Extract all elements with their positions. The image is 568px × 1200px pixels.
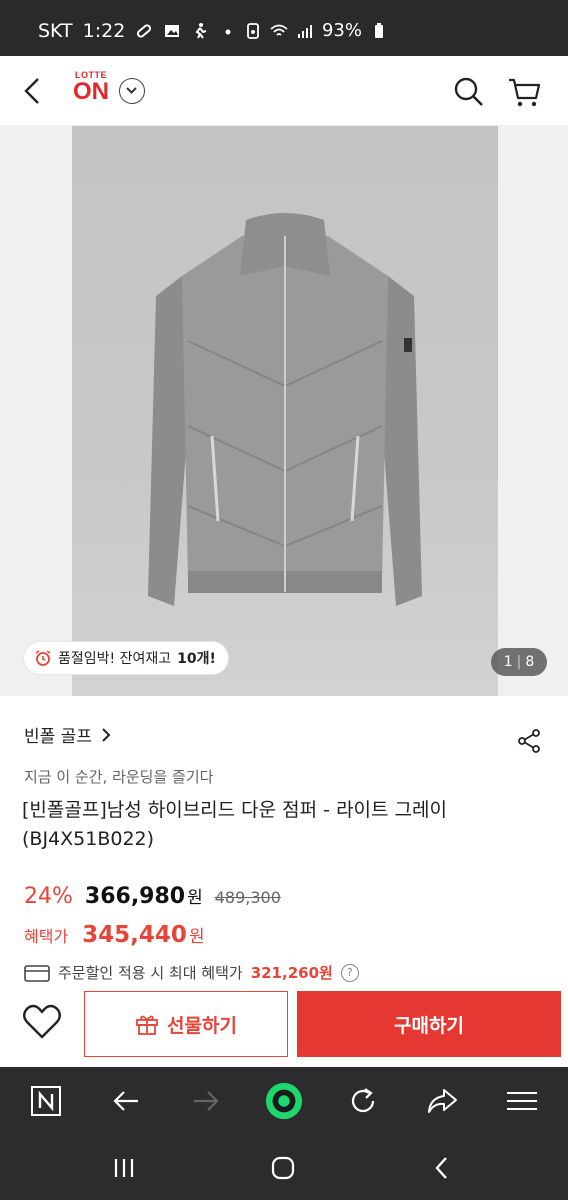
browser-back-button[interactable] (106, 1081, 146, 1121)
max-benefit-price: 321,260원 (250, 964, 333, 982)
browser-toolbar (0, 1067, 568, 1135)
chevron-right-icon (102, 727, 111, 742)
logo-main-text: ON (73, 78, 109, 105)
product-title-line1: [빈폴골프]남성 하이브리드 다운 점퍼 - 라이트 그레이 (22, 799, 447, 821)
battery-icon (375, 22, 383, 38)
status-right: 93% (244, 20, 388, 41)
cart-icon[interactable] (507, 74, 543, 110)
link-icon (137, 24, 152, 38)
discount-rate: 24% (24, 884, 73, 909)
browser-menu-button[interactable] (502, 1081, 542, 1121)
benefit-price: 345,440 원 (82, 922, 204, 948)
share-icon[interactable] (516, 728, 542, 754)
recycle-icon (247, 22, 259, 39)
stock-alert-count: 10개! (177, 651, 216, 667)
status-left: SKT 1:22 (38, 20, 237, 42)
image-icon (165, 25, 180, 37)
arrow-right-icon (194, 1091, 219, 1111)
green-dot-button[interactable] (264, 1081, 304, 1121)
runner-icon (195, 23, 207, 39)
product-tagline: 지금 이 순간, 라운딩을 즐기다 (24, 768, 214, 786)
forward-share-icon (428, 1089, 457, 1113)
brand-name: 빈폴 골프 (24, 727, 92, 747)
page-total: 8 (525, 654, 535, 670)
home-button[interactable] (266, 1153, 300, 1183)
gift-button[interactable]: 선물하기 (84, 991, 288, 1057)
wishlist-heart-icon[interactable] (22, 1003, 62, 1041)
benefit-price-value: 345,440 (82, 922, 187, 948)
home-icon (271, 1156, 295, 1180)
reload-icon (351, 1088, 375, 1113)
product-image[interactable] (72, 126, 498, 696)
gift-button-label: 선물하기 (167, 1014, 237, 1037)
reload-button[interactable] (343, 1081, 383, 1121)
lotte-on-logo[interactable]: LOTTE ON (66, 70, 116, 110)
search-icon[interactable] (453, 76, 485, 108)
buy-button-label: 구매하기 (394, 1014, 464, 1037)
app-header: LOTTE ON (0, 56, 568, 126)
page-current: 1 (503, 654, 513, 670)
back-button[interactable] (18, 74, 48, 108)
system-nav-bar (0, 1135, 568, 1200)
arrow-left-icon (113, 1091, 138, 1111)
sale-price: 366,980 원 (85, 883, 203, 909)
stock-alert-badge: 품절임박! 잔여재고 10개! (24, 642, 228, 674)
wifi-icon (270, 24, 288, 36)
hamburger-icon (507, 1092, 537, 1110)
chevron-down-icon (126, 87, 137, 94)
benefit-price-currency: 원 (188, 927, 205, 947)
max-benefit-text: 주문할인 적용 시 최대 혜택가 (58, 964, 243, 982)
signal-icon (297, 24, 312, 38)
card-icon (24, 964, 50, 982)
product-gallery[interactable]: 품절임박! 잔여재고 10개! 1 | 8 (0, 126, 568, 696)
sale-price-currency: 원 (187, 888, 203, 908)
system-back-button[interactable] (425, 1153, 459, 1183)
product-title-line2: (BJ4X51B022) (22, 828, 155, 850)
jacket-illustration (148, 213, 422, 606)
alarm-clock-icon (35, 650, 51, 666)
price-row: 24% 366,980 원 489,300 (24, 883, 281, 909)
original-price: 489,300 (214, 888, 281, 907)
recents-icon (114, 1159, 134, 1177)
recent-apps-button[interactable] (107, 1153, 141, 1183)
share-page-button[interactable] (422, 1081, 462, 1121)
help-icon[interactable]: ? (340, 963, 359, 982)
dot-icon (225, 29, 231, 35)
gift-icon (136, 1015, 158, 1035)
back-chevron-icon (435, 1157, 447, 1179)
green-dot-icon (265, 1082, 303, 1120)
sale-price-value: 366,980 (84, 884, 186, 909)
image-page-indicator: 1 | 8 (491, 648, 547, 676)
mall-menu-button[interactable] (119, 78, 145, 104)
naver-home-button[interactable] (26, 1081, 66, 1121)
clock: 1:22 (82, 20, 126, 42)
brand-link[interactable]: 빈폴 골프 (24, 722, 112, 747)
benefit-label: 혜택가 (24, 927, 69, 946)
naver-n-icon (31, 1086, 61, 1116)
buy-button[interactable]: 구매하기 (297, 991, 561, 1057)
carrier-label: SKT (38, 20, 73, 42)
battery-percent: 93% (321, 20, 362, 41)
max-benefit-row[interactable]: 주문할인 적용 시 최대 혜택가 321,260원 ? (24, 962, 359, 983)
status-bar: SKT 1:22 93% (0, 0, 568, 56)
product-title: [빈폴골프]남성 하이브리드 다운 점퍼 - 라이트 그레이 (BJ4X51B0… (22, 796, 542, 854)
page-divider: | (516, 654, 522, 670)
benefit-price-row: 혜택가 345,440 원 (24, 922, 205, 948)
stock-alert-text: 품절임박! 잔여재고 (58, 651, 172, 667)
purchase-action-bar: 선물하기 구매하기 (0, 983, 568, 1067)
browser-forward-button[interactable] (186, 1081, 226, 1121)
